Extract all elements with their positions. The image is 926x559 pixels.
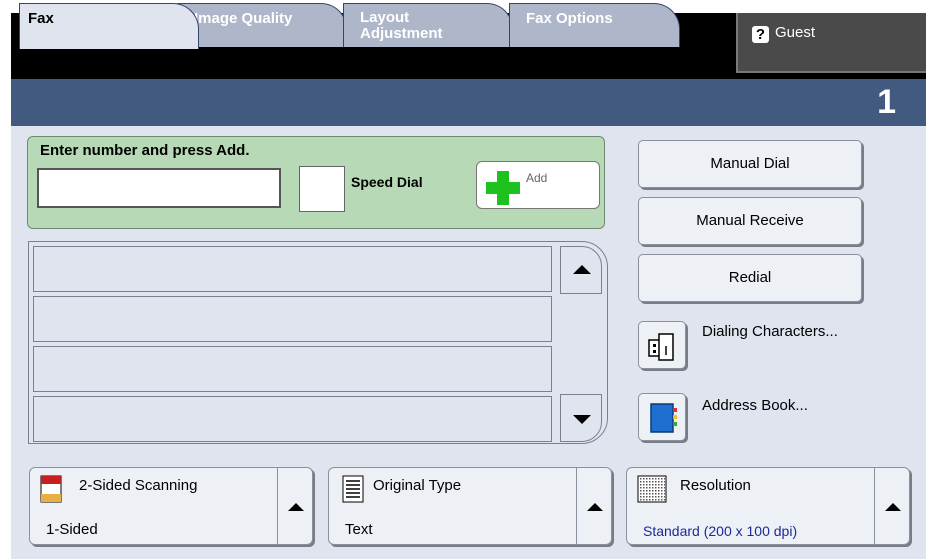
job-count: 1 bbox=[877, 83, 896, 121]
address-book-label: Address Book... bbox=[702, 397, 808, 414]
resolution-value: Standard (200 x 100 dpi) bbox=[643, 523, 798, 539]
fax-number-input[interactable] bbox=[37, 168, 281, 208]
button-divider bbox=[277, 468, 278, 544]
tab-fax[interactable]: Fax bbox=[19, 3, 199, 49]
two-sided-value: 1-Sided bbox=[46, 521, 98, 538]
text-document-icon bbox=[342, 475, 364, 503]
help-question-icon: ? bbox=[752, 26, 769, 43]
list-row[interactable] bbox=[33, 396, 552, 442]
entry-title: Enter number and press Add. bbox=[40, 142, 250, 159]
resolution-button[interactable]: Resolution Standard (200 x 100 dpi) bbox=[626, 467, 910, 545]
fax-screen: ? Guest Fax Image Quality Layout Adjustm… bbox=[0, 0, 926, 559]
dialing-characters-icon bbox=[648, 333, 674, 361]
arrow-up-icon bbox=[587, 503, 603, 511]
guest-login-button[interactable]: ? Guest bbox=[736, 13, 926, 73]
speed-dial-label: Speed Dial bbox=[351, 174, 423, 190]
list-row[interactable] bbox=[33, 296, 552, 342]
plus-icon bbox=[486, 171, 520, 205]
original-type-button[interactable]: Original Type Text bbox=[328, 467, 612, 545]
arrow-down-icon bbox=[573, 415, 591, 424]
button-divider bbox=[576, 468, 577, 544]
dialing-characters-button[interactable] bbox=[638, 321, 686, 369]
original-type-value: Text bbox=[345, 521, 373, 538]
tab-layout-adjustment[interactable]: Layout Adjustment bbox=[343, 3, 513, 47]
tab-bar bbox=[11, 79, 926, 126]
tab-image-quality[interactable]: Image Quality bbox=[177, 3, 347, 47]
recipient-list bbox=[28, 241, 608, 444]
tab-fax-options[interactable]: Fax Options bbox=[509, 3, 680, 47]
arrow-up-icon bbox=[573, 265, 591, 274]
list-row[interactable] bbox=[33, 246, 552, 292]
arrow-up-icon bbox=[885, 503, 901, 511]
two-sided-icon bbox=[40, 475, 62, 503]
original-type-title: Original Type bbox=[373, 477, 462, 494]
resolution-title: Resolution bbox=[680, 477, 751, 494]
guest-label: Guest bbox=[775, 24, 816, 41]
speed-dial-input[interactable] bbox=[299, 166, 345, 212]
manual-receive-button[interactable]: Manual Receive bbox=[638, 197, 862, 245]
address-book-button[interactable] bbox=[638, 393, 686, 441]
manual-dial-button[interactable]: Manual Dial bbox=[638, 140, 862, 188]
two-sided-scanning-button[interactable]: 2-Sided Scanning 1-Sided bbox=[29, 467, 313, 545]
scroll-up-button[interactable] bbox=[560, 246, 602, 294]
dialing-characters-label: Dialing Characters... bbox=[702, 323, 838, 340]
resolution-icon bbox=[637, 475, 667, 503]
add-button[interactable]: Add bbox=[476, 161, 600, 209]
redial-button[interactable]: Redial bbox=[638, 254, 862, 302]
button-divider bbox=[874, 468, 875, 544]
number-entry-panel: Enter number and press Add. Speed Dial A… bbox=[27, 136, 605, 229]
two-sided-title: 2-Sided Scanning bbox=[79, 477, 198, 494]
list-row[interactable] bbox=[33, 346, 552, 392]
add-label: Add bbox=[526, 171, 548, 185]
address-book-icon bbox=[650, 403, 677, 433]
arrow-up-icon bbox=[288, 503, 304, 511]
scroll-down-button[interactable] bbox=[560, 394, 602, 442]
